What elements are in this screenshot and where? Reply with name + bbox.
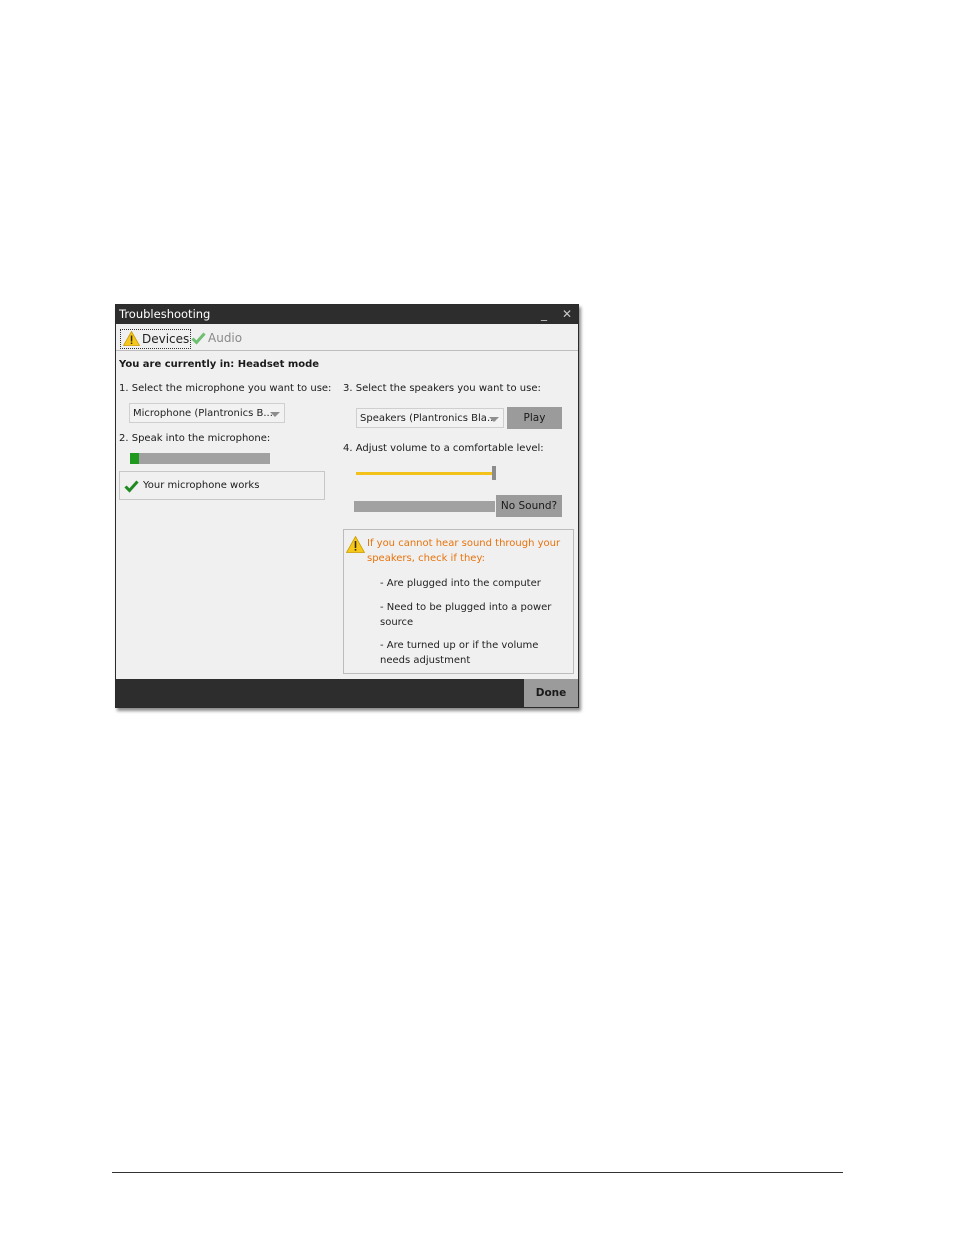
close-button[interactable]: ✕ [559,305,575,324]
speaker-warning-box: If you cannot hear sound through your sp… [343,529,574,674]
tab-devices[interactable]: Devices [120,329,192,349]
window-title: Troubleshooting [119,307,211,321]
microphone-works-box: Your microphone works [119,471,325,500]
volume-slider-thumb[interactable] [492,466,496,480]
microphone-select[interactable]: Microphone (Plantronics B... [129,403,285,423]
done-button[interactable]: Done [524,679,578,707]
check-icon [191,332,206,345]
troubleshooting-dialog: Troubleshooting _ ✕ Devices Audio You ar… [115,304,579,708]
warning-icon [122,330,141,346]
volume-step-label: 4. Adjust volume to a comfortable level: [343,443,544,454]
play-button[interactable]: Play [507,407,562,429]
check-icon [124,480,139,493]
microphone-select-value: Microphone (Plantronics B... [133,408,273,419]
volume-slider-track[interactable] [356,472,494,475]
dialog-footer: Done [116,679,578,707]
warning-item: - Need to be plugged into a power source [380,602,552,628]
speakers-select[interactable]: Speakers (Plantronics Bla... [356,408,504,428]
page-bottom-rule [112,1172,843,1173]
tab-devices-label: Devices [142,332,190,346]
no-sound-button[interactable]: No Sound? [496,495,562,517]
tab-bar: Devices Audio [116,324,578,351]
microphone-level-fill [130,453,139,464]
warning-item: - Are plugged into the computer [380,578,541,589]
microphone-step-label: 1. Select the microphone you want to use… [119,383,332,394]
microphone-works-text: Your microphone works [143,480,260,491]
speakers-step-label: 3. Select the speakers you want to use: [343,383,541,394]
tab-audio[interactable]: Audio [191,329,242,347]
chevron-down-icon [489,417,499,422]
mode-status: You are currently in: Headset mode [119,359,320,370]
speakers-select-value: Speakers (Plantronics Bla... [360,413,497,424]
warning-icon [346,536,365,553]
speaker-output-meter [354,501,495,512]
microphone-level-meter [130,453,270,464]
warning-heading: If you cannot hear sound through your sp… [367,538,561,564]
speak-step-label: 2. Speak into the microphone: [119,433,271,444]
minimize-button[interactable]: _ [536,305,552,324]
warning-item: - Are turned up or if the volume needs a… [380,640,539,666]
title-bar[interactable]: Troubleshooting _ ✕ [116,305,578,324]
tab-audio-label: Audio [208,331,243,345]
chevron-down-icon [270,412,280,417]
